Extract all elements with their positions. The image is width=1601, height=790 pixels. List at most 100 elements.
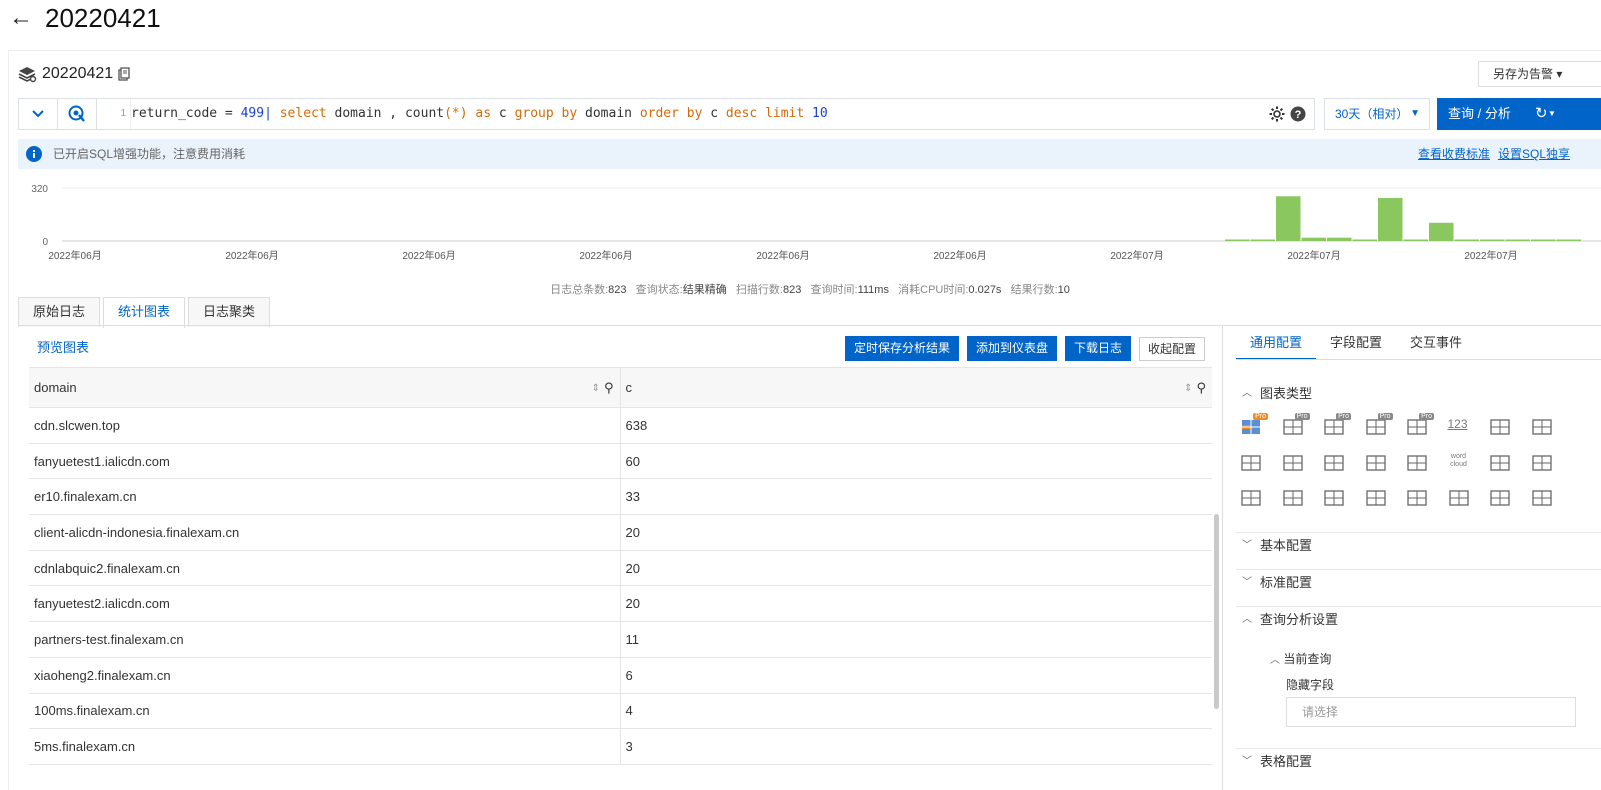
stats-rows: 10 [1057, 284, 1070, 296]
bar-chart-icon[interactable]: Pro [1323, 413, 1351, 439]
search-analyze-button[interactable]: 查询 / 分析 ↻ ▼ [1437, 98, 1601, 130]
table-chart-icon[interactable]: Pro [1240, 413, 1268, 439]
area-chart-icon[interactable]: Pro [1365, 413, 1393, 439]
topology-icon[interactable] [1365, 453, 1389, 475]
tab-field-config[interactable]: 字段配置 [1316, 327, 1396, 360]
sankey-icon[interactable] [1406, 453, 1430, 475]
query-token [757, 106, 765, 121]
world-map-icon[interactable] [1282, 453, 1306, 475]
x-tick-label: 2022年06月 [579, 249, 632, 262]
chevron-down-icon[interactable] [19, 99, 58, 129]
table-row[interactable]: fanyuetest2.ialicdn.com 20 [29, 585, 1212, 623]
scatter-icon[interactable] [1489, 488, 1513, 510]
cell-count: 11 [620, 621, 1212, 658]
table-row[interactable]: client-alicdn-indonesia.finalexam.cn 20 [29, 514, 1212, 551]
query-stats: 日志总条数:823 查询状态:结果精确 扫描行数:823 查询时间:111ms … [0, 281, 1601, 297]
gear-icon[interactable] [1268, 105, 1286, 123]
save-as-alert-button[interactable]: 另存为告警 ▾ [1478, 61, 1601, 87]
line-chart-icon[interactable]: Pro [1282, 413, 1310, 439]
x-tick-label: 2022年06月 [933, 249, 986, 262]
flow-chart-icon[interactable] [1531, 417, 1555, 439]
histogram-icon[interactable] [1240, 488, 1264, 510]
download-log-button[interactable]: 下载日志 [1065, 336, 1132, 361]
chevron-up-icon: ︿ [1270, 655, 1280, 666]
logstore-name: 20220421 [42, 65, 114, 82]
log-histogram[interactable]: 32002022年06月 2022年06月 2022年06月 2022年06月 2022… [18, 178, 1601, 273]
cell-domain: fanyuetest1.ialicdn.com [29, 443, 621, 480]
section-basic-config[interactable]: ﹀ 基本配置 [1236, 532, 1601, 558]
sql-dedicated-link[interactable]: 设置SQL独享 [1498, 139, 1570, 169]
column-chart-icon[interactable] [1282, 488, 1306, 510]
query-assist-icon[interactable] [58, 99, 97, 129]
cell-domain: cdnlabquic2.finalexam.cn [29, 550, 621, 587]
histogram-bar [1429, 222, 1454, 241]
section-table-config[interactable]: ﹀ 表格配置 [1236, 748, 1601, 774]
histogram-bar [1225, 239, 1250, 241]
histogram-bar [1480, 239, 1505, 241]
table-row[interactable]: cdnlabquic2.finalexam.cn 20 [29, 550, 1212, 587]
single-value-icon[interactable]: 123 [1448, 417, 1472, 439]
tree-icon[interactable] [1365, 488, 1389, 510]
china-map-icon[interactable] [1406, 488, 1430, 510]
caret-down-icon: ▼ [1410, 108, 1420, 119]
amap-icon[interactable] [1323, 453, 1347, 475]
schedule-save-button[interactable]: 定时保存分析结果 [845, 336, 960, 361]
tab-raw-logs[interactable]: 原始日志 [18, 297, 101, 327]
hidden-field-select[interactable]: 请选择 [1286, 697, 1576, 727]
chevron-down-icon: ﹀ [1242, 540, 1252, 551]
help-icon[interactable]: ? [1290, 106, 1306, 122]
logstore-icon [18, 67, 37, 83]
chevron-down-icon: ﹀ [1242, 577, 1252, 588]
table-row[interactable]: xiaoheng2.finalexam.cn 6 [29, 657, 1212, 694]
pie-chart-icon[interactable]: Pro [1406, 413, 1434, 439]
progress-bar-icon[interactable] [1489, 417, 1513, 439]
current-query-toggle[interactable]: ︿ 当前查询 [1270, 650, 1331, 667]
section-standard-config[interactable]: ﹀ 标准配置 [1236, 569, 1601, 595]
table-row[interactable]: fanyuetest1.ialicdn.com 60 [29, 443, 1212, 480]
table-row[interactable]: cdn.slcwen.top 638 [29, 407, 1212, 444]
svg-text:?: ? [1295, 109, 1302, 121]
cell-domain: er10.finalexam.cn [29, 478, 621, 516]
cell-count: 4 [620, 693, 1212, 730]
word-cloud-icon[interactable]: word cloud [1448, 453, 1472, 475]
tab-general-config[interactable]: 通用配置 [1236, 327, 1317, 360]
tab-log-cluster[interactable]: 日志聚类 [188, 297, 271, 327]
query-token: select [279, 106, 327, 121]
collapse-config-button[interactable]: 收起配置 [1139, 337, 1206, 361]
search-icon[interactable]: ⚲ [1196, 380, 1206, 396]
cell-count: 638 [620, 407, 1212, 444]
tab-stat-chart[interactable]: 统计图表 [103, 297, 186, 328]
tab-interaction-events[interactable]: 交互事件 [1396, 327, 1476, 360]
pricing-link[interactable]: 查看收费标准 [1418, 139, 1490, 169]
treemap-icon[interactable] [1489, 453, 1513, 475]
table-row[interactable]: 5ms.finalexam.cn 3 [29, 728, 1212, 765]
table-row[interactable]: 100ms.finalexam.cn 4 [29, 693, 1212, 730]
funnel-icon[interactable] [1531, 453, 1555, 475]
query-input[interactable]: return_code = 499| select domain , count… [131, 99, 828, 129]
x-tick-label: 2022年07月 [1110, 249, 1163, 262]
result-tabs: 原始日志 统计图表 日志聚类 [18, 297, 271, 328]
line-number: 1 [97, 99, 131, 129]
add-to-dashboard-button[interactable]: 添加到仪表盘 [967, 336, 1058, 361]
map-icon[interactable] [1240, 453, 1264, 475]
table-row[interactable]: er10.finalexam.cn 33 [29, 478, 1212, 516]
refresh-icon[interactable]: ↻ [1535, 98, 1548, 130]
cell-count: 20 [620, 585, 1212, 623]
location-icon[interactable] [1448, 488, 1472, 510]
boxplot-icon[interactable] [1531, 488, 1555, 510]
table-scrollbar[interactable] [1214, 514, 1219, 709]
section-query-settings[interactable]: ︿ 查询分析设置 [1236, 606, 1601, 632]
query-token: desc [725, 106, 758, 121]
table-row[interactable]: partners-test.finalexam.cn 11 [29, 621, 1212, 658]
section-chart-type[interactable]: ︿ 图表类型 [1236, 381, 1601, 407]
cell-count: 20 [620, 550, 1212, 587]
copy-icon[interactable] [118, 67, 130, 81]
arrow-left-icon[interactable]: ← [9, 4, 33, 32]
search-icon[interactable]: ⚲ [604, 380, 614, 396]
column-title: domain [34, 380, 77, 395]
sort-icon[interactable]: ⇕ [592, 383, 600, 394]
query-bar: 1 return_code = 499| select domain , cou… [18, 98, 1315, 130]
time-range-select[interactable]: 30天（相对） ▼ [1324, 98, 1430, 130]
heatmap-icon[interactable] [1323, 488, 1347, 510]
sort-icon[interactable]: ⇕ [1184, 383, 1192, 394]
